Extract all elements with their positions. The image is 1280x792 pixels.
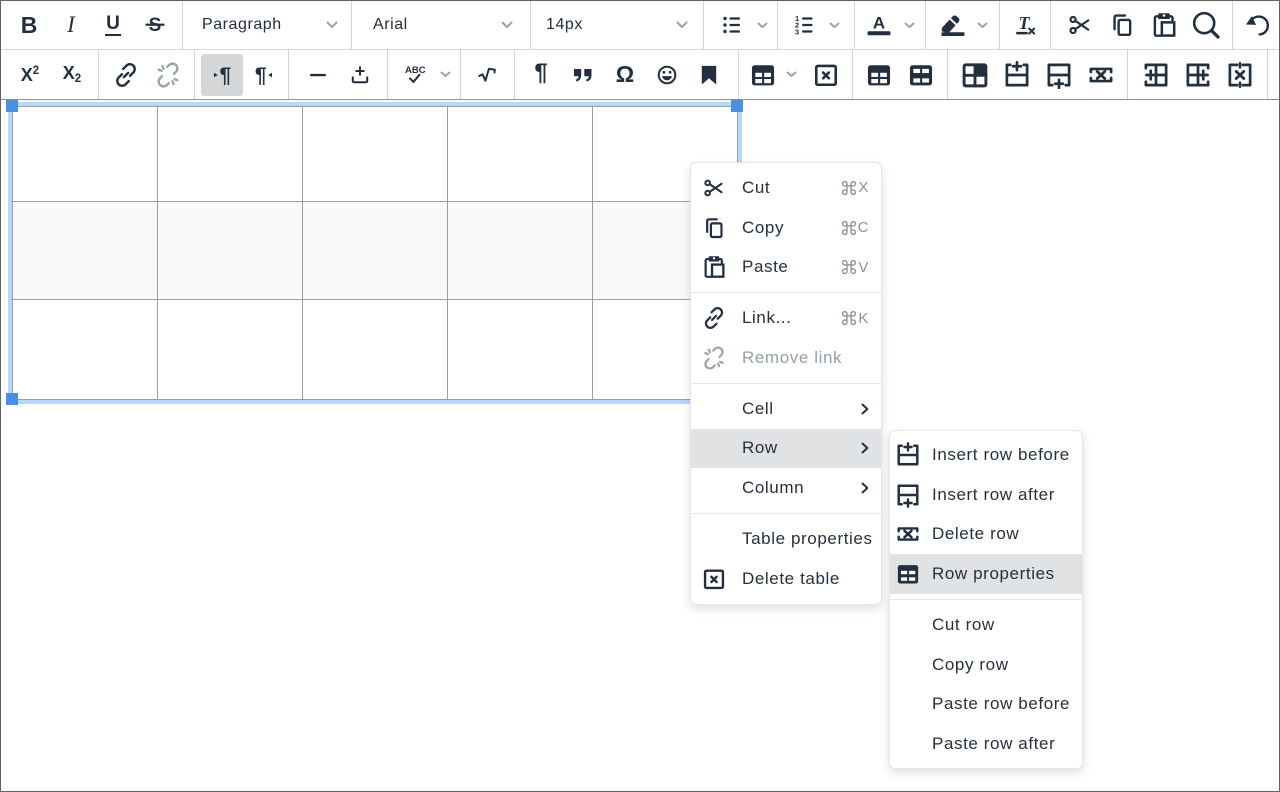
svg-text:ABC: ABC [405,65,426,76]
svg-text:¶: ¶ [255,64,267,87]
svg-text:T: T [1019,13,1031,33]
svg-text:¶: ¶ [219,64,231,87]
svg-text:3: 3 [795,27,799,36]
svg-text:A: A [873,14,885,33]
